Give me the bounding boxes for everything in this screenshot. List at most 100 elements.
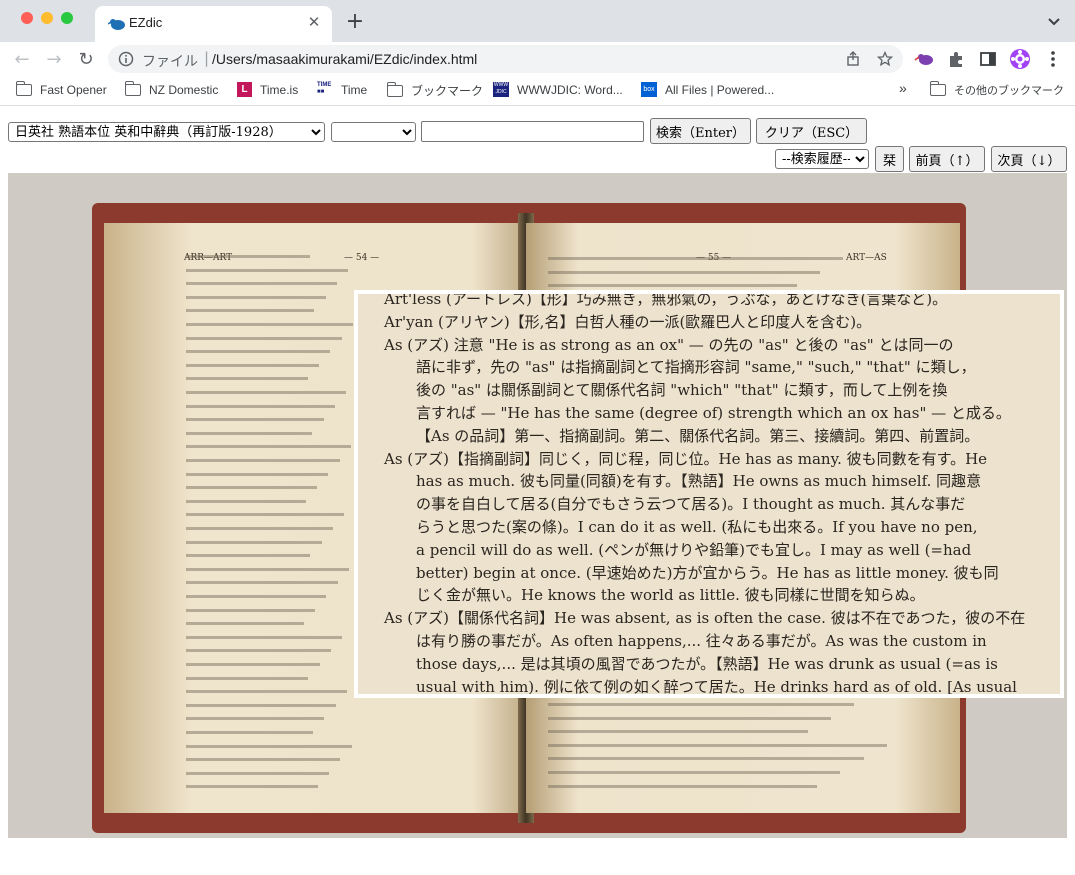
left-page-number: — 54 — <box>344 253 380 263</box>
next-page-button[interactable]: 次頁（↓） <box>991 146 1067 172</box>
scan-text-line <box>548 757 864 761</box>
bookmark-time[interactable]: TIME ■■ Time <box>317 82 367 100</box>
clear-button[interactable]: クリア（ESC） <box>756 118 867 144</box>
scan-text-line <box>186 527 333 530</box>
scan-text-line <box>186 363 319 367</box>
address-bar[interactable]: ファイル | /Users/masaakimurakami/EZdic/inde… <box>108 45 903 73</box>
prev-page-button[interactable]: 前頁（↑） <box>909 146 985 172</box>
search-history-select[interactable]: --検索履歴-- <box>775 149 869 169</box>
scan-text-line <box>186 472 329 476</box>
scan-text-line <box>186 663 320 666</box>
magnified-text-line: らうと思つた(案の條)。I can do it as well. (私にも出來る… <box>416 518 978 536</box>
secondary-select[interactable] <box>331 122 416 142</box>
magnified-text-line: 言すれば — "He has the same (degree of) stre… <box>416 404 1011 422</box>
kiwi-bird-icon <box>108 19 125 30</box>
scan-text-line <box>186 282 337 286</box>
info-icon[interactable] <box>118 51 134 67</box>
scan-text-line <box>186 690 347 694</box>
scan-text-line <box>186 513 345 517</box>
folder-icon <box>386 81 403 97</box>
minimize-window-button[interactable] <box>41 12 53 24</box>
magnified-text-line: 後の "as" は關係副詞とて關係代名詞 "which" "that" に類す，… <box>416 381 948 400</box>
magnified-text-line: better) begin at once. (早速始めた)方が宜からう。He … <box>416 563 999 582</box>
scan-text-line <box>186 758 341 762</box>
bookmark-time-is[interactable]: L Time.is <box>237 82 298 100</box>
scan-text-line <box>186 676 309 680</box>
search-input[interactable] <box>421 121 644 142</box>
scan-text-line <box>548 284 798 288</box>
folder-icon <box>929 81 946 96</box>
scan-text-line <box>186 635 343 639</box>
other-bookmarks[interactable]: その他のブックマーク <box>929 81 1064 100</box>
scan-text-line <box>186 540 322 544</box>
new-tab-button[interactable]: + <box>343 10 367 34</box>
bookmark-fast-opener[interactable]: Fast Opener <box>15 80 107 100</box>
scan-text-line <box>186 554 311 558</box>
close-window-button[interactable] <box>21 12 33 24</box>
scan-text-line <box>186 377 308 381</box>
scan-text-line <box>186 486 317 490</box>
bookmark-wwwjdic[interactable]: WWW JDIC WWWJDIC: Word... <box>493 82 623 100</box>
profile-avatar-icon[interactable] <box>1009 48 1031 70</box>
side-panel-icon[interactable] <box>977 48 999 70</box>
reload-button[interactable]: ↻ <box>74 48 98 72</box>
more-menu-icon[interactable] <box>1042 48 1064 70</box>
magnified-text-line: has as much. 彼も同量(同額)を有す。【熟語】He owns as … <box>416 472 982 491</box>
star-icon[interactable] <box>877 51 893 67</box>
folder-icon <box>15 80 32 96</box>
scan-text-line <box>186 255 310 258</box>
magnifier-panel[interactable]: Art'less (アートレス)【形】巧み無き，無邪氣の，うぶな，あどけなき(言… <box>354 290 1064 698</box>
forward-button[interactable]: → <box>42 48 66 72</box>
active-tab[interactable]: EZdic ✕ <box>95 6 332 42</box>
bookmark-nz-domestic[interactable]: NZ Domestic <box>124 80 218 100</box>
bookmark-all-files[interactable]: box All Files | Powered... <box>641 82 774 100</box>
scan-text-line <box>548 730 808 734</box>
browser-chrome: EZdic ✕ + ← → ↻ ファイル | /Users/masaakimur… <box>0 0 1075 110</box>
puzzle-extensions-icon[interactable] <box>945 48 967 70</box>
scan-text-line <box>548 743 887 747</box>
timeis-icon: L <box>237 82 252 98</box>
chevron-down-icon[interactable] <box>1045 12 1063 30</box>
scheme-label: ファイル <box>142 54 198 70</box>
magnified-text-line: those days,... 是は其頃の風習であつたが。【熟語】He was d… <box>416 654 998 673</box>
scan-text-line <box>548 257 843 260</box>
scan-text-line <box>186 622 304 626</box>
kiwi-extension-icon[interactable] <box>914 48 936 70</box>
maximize-window-button[interactable] <box>61 12 73 24</box>
search-button[interactable]: 検索（Enter） <box>650 118 751 144</box>
scan-text-line <box>186 336 342 340</box>
time-icon: TIME ■■ <box>317 82 332 96</box>
scan-text-line <box>186 309 315 313</box>
magnified-text-line: a pencil will do as well. (ペンが無けりや鉛筆)でも宜… <box>416 540 972 559</box>
folder-icon <box>124 80 141 96</box>
dictionary-scan-viewer[interactable]: ARR—ART — 54 — — 55 — ART—AS Art'less (ア… <box>8 173 1067 838</box>
magnified-text-line: 語に非ず，先の "as" は指摘副詞とて指摘形容詞 "same," "such,… <box>416 358 976 377</box>
scan-text-line <box>186 295 326 299</box>
scan-text-line <box>186 404 335 408</box>
close-tab-icon[interactable]: ✕ <box>304 12 324 32</box>
scan-text-line <box>186 445 351 449</box>
magnified-text-line: As (アズ) 注意 "He is as strong as an ox" — … <box>384 335 954 354</box>
bookmarks-overflow-button[interactable]: » <box>899 80 907 98</box>
scan-text-line <box>186 771 329 775</box>
scan-text-line <box>186 608 315 612</box>
dictionary-select[interactable]: 日英社 熟語本位 英和中辭典（再訂版-1928） <box>8 122 325 142</box>
magnified-text-line: 【As の品詞】第一、指摘副詞。第二、關係代名詞。第三、接續詞。第四、前置詞。 <box>416 426 980 445</box>
scan-text-line <box>186 268 349 272</box>
back-button[interactable]: ← <box>10 48 34 72</box>
wwwjdic-icon: WWW JDIC <box>493 82 509 98</box>
tab-strip: EZdic ✕ + <box>0 0 1075 42</box>
scan-text-line <box>548 784 818 788</box>
browser-toolbar: ← → ↻ ファイル | /Users/masaakimurakami/EZdi… <box>0 42 1075 76</box>
scan-text-line <box>186 649 331 653</box>
scan-text-line <box>186 581 338 585</box>
scan-text-line <box>186 418 324 422</box>
bookmark-bookmarks-folder[interactable]: ブックマーク <box>386 81 483 100</box>
scan-text-line <box>548 703 854 706</box>
share-icon[interactable] <box>845 51 861 67</box>
bookmark-button[interactable]: 栞 <box>875 146 904 172</box>
url-text[interactable]: /Users/masaakimurakami/EZdic/index.html <box>212 51 477 67</box>
magnified-text-line: Ar'yan (アリヤン)【形,名】白哲人種の一派(歐羅巴人と印度人を含む)。 <box>384 312 872 331</box>
scan-text-line <box>186 431 313 435</box>
scan-text-line <box>186 731 313 734</box>
